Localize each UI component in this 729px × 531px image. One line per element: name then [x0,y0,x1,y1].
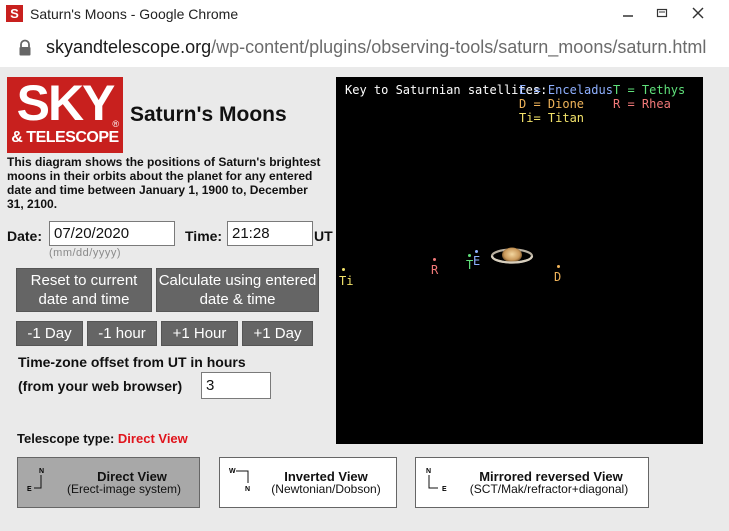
compass-n-label: N [245,486,250,493]
minus-one-hour-button[interactable]: -1 hour [87,321,157,346]
minimize-button[interactable] [611,0,645,26]
tethys-dot [468,254,471,257]
direct-view-button[interactable]: N E Direct View (Erect-image system) [17,457,200,508]
compass-e-label: E [442,486,447,493]
page-title: Saturn's Moons [130,103,287,126]
date-input[interactable] [49,221,175,246]
reset-to-current-button[interactable]: Reset to current date and time [16,268,152,312]
time-label: Time: [185,228,223,244]
compass-mirrored-icon: N E [426,468,447,493]
telescope-type-value: Direct View [117,431,188,446]
minimize-icon [623,15,633,17]
mirrored-reversed-view-button[interactable]: N E Mirrored reversed View (SCT/Mak/refr… [415,457,649,508]
page-content: SKY ® & TELESCOPE Saturn's Moons This di… [0,67,729,531]
restore-button[interactable] [645,0,679,26]
time-input[interactable] [227,221,313,246]
window-title: Saturn's Moons - Google Chrome [30,6,239,22]
window-titlebar: S Saturn's Moons - Google Chrome [0,0,729,29]
url-path: /wp-content/plugins/observing-tools/satu… [211,37,707,57]
compass-inverted-icon: W N [229,468,250,493]
dione-dot [557,265,560,268]
logo-sky-text: SKY [16,75,116,131]
titan-dot [342,268,345,271]
rhea-label: R [431,263,439,277]
enceladus-dot [475,250,478,253]
mirrored-view-subtitle: (SCT/Mak/refractor+diagonal) [469,482,629,496]
url-host: skyandtelescope.org [46,37,212,57]
plus-one-hour-button[interactable]: +1 Hour [161,321,238,346]
minus-one-day-button[interactable]: -1 Day [16,321,83,346]
enceladus-label: E [473,254,481,268]
date-label: Date: [7,228,43,244]
compass-w-label: W [229,468,236,475]
titan-label: Ti [339,274,354,288]
time-unit-label: UT [314,228,333,244]
address-bar[interactable]: skyandtelescope.org/wp-content/plugins/o… [0,29,729,67]
saturn-planet-image [490,247,534,264]
telescope-type-caption: Telescope type: [17,431,115,446]
compass-e-label: E [27,486,32,493]
inverted-view-subtitle: (Newtonian/Dobson) [271,482,381,496]
dione-label: D [554,270,562,284]
timezone-source-label: (from your web browser) [18,378,183,394]
page-description: This diagram shows the positions of Satu… [7,155,321,211]
logo-telescope-text: & TELESCOPE [11,129,119,146]
inverted-view-button[interactable]: W N Inverted View (Newtonian/Dobson) [219,457,397,508]
lock-icon [19,39,31,56]
plus-one-day-button[interactable]: +1 Day [242,321,313,346]
telescope-type-label: Telescope type: Direct View [17,431,188,446]
close-button[interactable] [681,0,715,26]
compass-erect-icon: N E [27,468,44,493]
logo-registered-mark: ® [112,119,119,129]
saturn-globe [502,247,522,263]
direct-view-subtitle: (Erect-image system) [66,482,182,496]
app-icon: S [6,5,23,22]
sky-and-telescope-logo[interactable]: SKY ® & TELESCOPE [7,75,123,153]
compass-n-label: N [426,468,431,475]
rhea-dot [433,258,436,261]
timezone-offset-input[interactable] [201,372,271,399]
timezone-label: Time-zone offset from UT in hours [18,354,246,370]
url-text[interactable]: skyandtelescope.org/wp-content/plugins/o… [46,37,706,58]
date-format-hint: (mm/dd/yyyy) [49,247,121,259]
calculate-button[interactable]: Calculate using entered date & time [156,268,319,312]
restore-icon [656,8,668,18]
close-icon [692,7,704,19]
saturn-moons-diagram: Key to Saturnian satellites: E = Encelad… [336,77,703,444]
compass-n-label: N [39,468,44,475]
